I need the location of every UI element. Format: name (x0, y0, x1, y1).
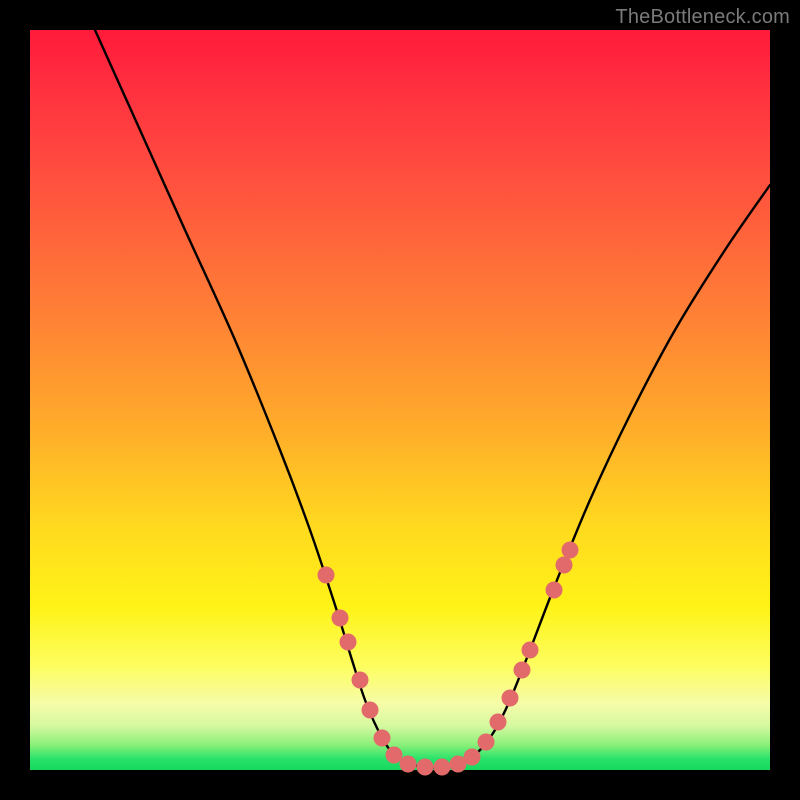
curve-marker (386, 747, 403, 764)
curve-marker (546, 582, 563, 599)
curve-marker (332, 610, 349, 627)
curve-marker (434, 759, 451, 776)
bottleneck-curve (95, 30, 770, 768)
curve-marker (318, 567, 335, 584)
curve-marker (340, 634, 357, 651)
plot-area (30, 30, 770, 770)
curve-marker (417, 759, 434, 776)
curve-markers (318, 542, 579, 776)
curve-marker (478, 734, 495, 751)
curve-marker (502, 690, 519, 707)
curve-marker (374, 730, 391, 747)
curve-marker (362, 702, 379, 719)
curve-marker (522, 642, 539, 659)
curve-marker (400, 756, 417, 773)
curve-marker (352, 672, 369, 689)
curve-marker (514, 662, 531, 679)
curve-marker (556, 557, 573, 574)
curve-marker (490, 714, 507, 731)
bottleneck-curve-svg (30, 30, 770, 770)
curve-marker (562, 542, 579, 559)
chart-frame: TheBottleneck.com (0, 0, 800, 800)
watermark-label: TheBottleneck.com (615, 6, 790, 29)
curve-marker (464, 749, 481, 766)
